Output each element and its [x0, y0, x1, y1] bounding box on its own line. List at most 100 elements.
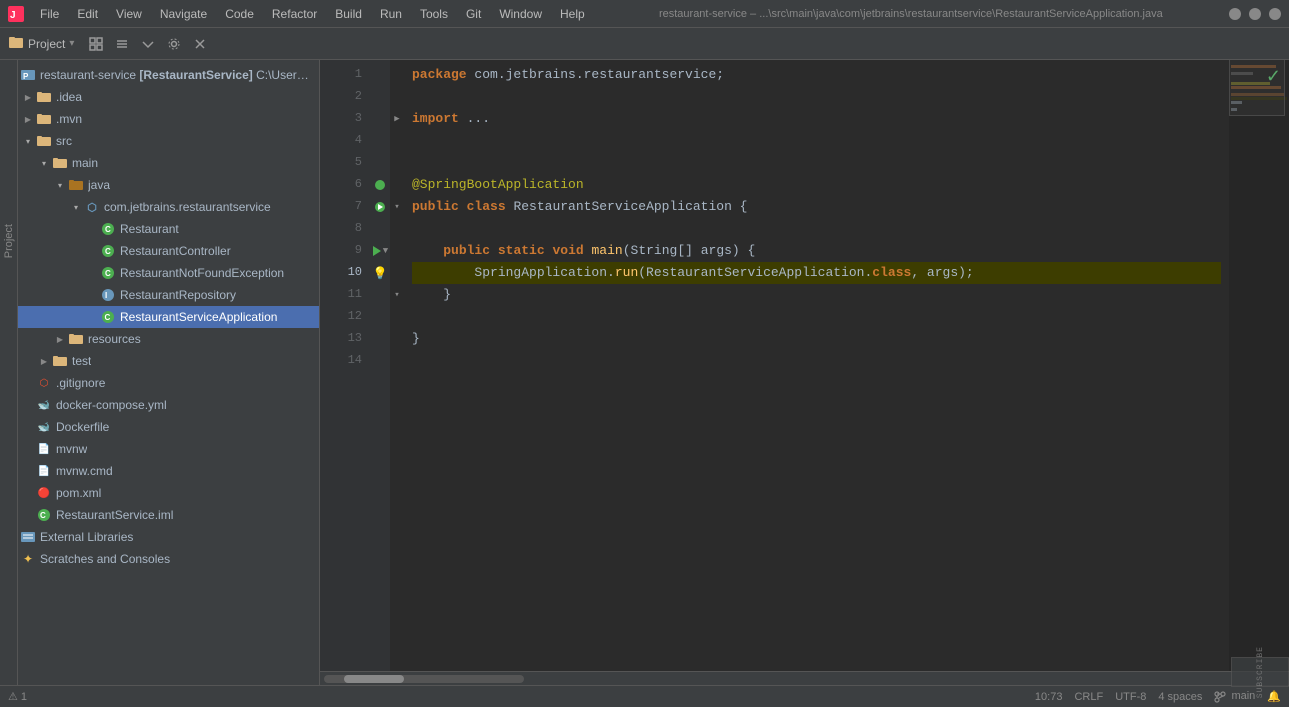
tree-item-restaurant[interactable]: C Restaurant [0, 218, 319, 240]
editor-gutter: ▼ 💡 [370, 60, 390, 671]
expand-arrow: ▶ [52, 331, 68, 347]
tree-item-package[interactable]: ▾ ⬡ com.jetbrains.restaurantservice [0, 196, 319, 218]
expand-arrow: ▶ [20, 89, 36, 105]
tree-item-src[interactable]: ▾ src [0, 130, 319, 152]
menu-build[interactable]: Build [327, 5, 370, 23]
titlebar: J File Edit View Navigate Code Refactor … [0, 0, 1289, 28]
menu-view[interactable]: View [108, 5, 150, 23]
svg-text:I: I [105, 291, 107, 300]
close-panel-icon[interactable] [188, 32, 212, 56]
minimap[interactable]: SUBSCRIBE [1229, 60, 1289, 671]
tree-label: main [72, 156, 98, 170]
expand-arrow [20, 419, 36, 435]
tree-item-not-found-exception[interactable]: C RestaurantNotFoundException [0, 262, 319, 284]
menu-navigate[interactable]: Navigate [152, 5, 215, 23]
line-separator[interactable]: CRLF [1074, 691, 1103, 703]
exception-class-icon: C [100, 265, 116, 281]
fold-import-icon[interactable]: ▶ [394, 114, 399, 124]
project-tree[interactable]: ▾ P restaurant-service [RestaurantServic… [0, 60, 320, 685]
project-selector[interactable]: Project ▾ [4, 34, 78, 53]
statusbar-left: ⚠ 1 [8, 690, 27, 703]
project-label-text: Project [28, 37, 65, 51]
tree-label: .mvn [56, 112, 82, 126]
menu-tools[interactable]: Tools [412, 5, 456, 23]
expand-arrow [84, 265, 100, 281]
maximize-button[interactable]: □ [1249, 8, 1261, 20]
tree-label: Restaurant [120, 222, 179, 236]
tree-item-gitignore[interactable]: ⬡ .gitignore [0, 372, 319, 394]
code-line-3: import ... [412, 108, 1221, 130]
file-encoding[interactable]: UTF-8 [1115, 691, 1146, 703]
checkmark-icon: ✓ [1266, 66, 1281, 87]
expand-all-icon[interactable] [136, 32, 160, 56]
statusbar-right: 10:73 CRLF UTF-8 4 spaces main 🔔 [1035, 690, 1281, 703]
run-gutter-icon[interactable] [372, 245, 382, 257]
scroll-track [324, 675, 524, 683]
fold-class-icon[interactable]: ▾ [394, 202, 399, 212]
tree-item-iml[interactable]: C RestaurantService.iml [0, 504, 319, 526]
tree-item-mvn[interactable]: ▶ .mvn [0, 108, 319, 130]
tree-item-repository[interactable]: I RestaurantRepository [0, 284, 319, 306]
interface-icon: I [100, 287, 116, 303]
fold-method-icon[interactable]: ▾ [394, 290, 399, 300]
tree-label: mvnw [56, 442, 87, 456]
cmd-file-icon: 📄 [36, 463, 52, 479]
menu-bar: File Edit View Navigate Code Refactor Bu… [32, 5, 593, 23]
class-icon: C [100, 221, 116, 237]
tree-item-service-application[interactable]: C RestaurantServiceApplication [0, 306, 319, 328]
menu-edit[interactable]: Edit [69, 5, 106, 23]
package-icon: ⬡ [84, 199, 100, 215]
svg-text:C: C [105, 269, 111, 278]
layout-icon[interactable] [84, 32, 108, 56]
statusbar-warnings[interactable]: ⚠ 1 [8, 690, 27, 703]
tree-item-controller[interactable]: C RestaurantController [0, 240, 319, 262]
tree-item-restaurant-service[interactable]: ▾ P restaurant-service [RestaurantServic… [0, 64, 319, 86]
notifications-icon[interactable]: 🔔 [1267, 690, 1281, 703]
horizontal-scrollbar[interactable] [320, 671, 1289, 685]
git-branch[interactable]: main [1214, 690, 1255, 702]
tree-item-pom-xml[interactable]: 🔴 pom.xml [0, 482, 319, 504]
tree-item-docker-compose[interactable]: 🐋 docker-compose.yml [0, 394, 319, 416]
tree-item-test[interactable]: ▶ test [0, 350, 319, 372]
expand-arrow [20, 397, 36, 413]
tree-item-main[interactable]: ▾ main [0, 152, 319, 174]
menu-refactor[interactable]: Refactor [264, 5, 325, 23]
tree-item-external-libraries[interactable]: ▶ External Libraries [0, 526, 319, 548]
tree-item-scratches[interactable]: ▶ ✦ Scratches and Consoles [0, 548, 319, 570]
code-line-8 [412, 218, 1221, 240]
expand-arrow: ▾ [52, 177, 68, 193]
tree-item-mvnw[interactable]: 📄 mvnw [0, 438, 319, 460]
menu-run[interactable]: Run [372, 5, 410, 23]
tree-item-resources[interactable]: ▶ resources [0, 328, 319, 350]
indent-settings[interactable]: 4 spaces [1158, 691, 1202, 703]
menu-code[interactable]: Code [217, 5, 262, 23]
cursor-position[interactable]: 10:73 [1035, 691, 1063, 703]
tree-label: External Libraries [40, 530, 133, 544]
menu-window[interactable]: Window [491, 5, 550, 23]
settings-icon[interactable] [162, 32, 186, 56]
close-button[interactable]: ✕ [1269, 8, 1281, 20]
project-tab-label[interactable]: Project [1, 220, 17, 262]
scroll-thumb[interactable] [344, 675, 404, 683]
menu-file[interactable]: File [32, 5, 67, 23]
code-line-12 [412, 306, 1221, 328]
code-line-5 [412, 152, 1221, 174]
fold-gutter: ▶ ▾ ▾ [390, 60, 404, 671]
collapse-all-icon[interactable] [110, 32, 134, 56]
code-line-14 [412, 350, 1221, 372]
window-controls: ─ □ ✕ [1229, 8, 1281, 20]
file-path: restaurant-service – ...\src\main\java\c… [593, 8, 1229, 20]
code-content-area[interactable]: package com.jetbrains.restaurantservice;… [404, 60, 1229, 671]
minimize-button[interactable]: ─ [1229, 8, 1241, 20]
code-line-1: package com.jetbrains.restaurantservice; [412, 64, 1221, 86]
tree-item-java[interactable]: ▾ java [0, 174, 319, 196]
code-editor[interactable]: 1 2 3 4 5 6 7 8 9 10 11 12 13 14 [320, 60, 1289, 671]
tree-item-idea[interactable]: ▶ .idea [0, 86, 319, 108]
tree-label: pom.xml [56, 486, 101, 500]
menu-help[interactable]: Help [552, 5, 593, 23]
menu-git[interactable]: Git [458, 5, 489, 23]
tree-item-mvnw-cmd[interactable]: 📄 mvnw.cmd [0, 460, 319, 482]
tree-item-dockerfile[interactable]: 🐋 Dockerfile [0, 416, 319, 438]
java-folder-icon [68, 177, 84, 193]
main-area: ▾ P restaurant-service [RestaurantServic… [0, 60, 1289, 685]
